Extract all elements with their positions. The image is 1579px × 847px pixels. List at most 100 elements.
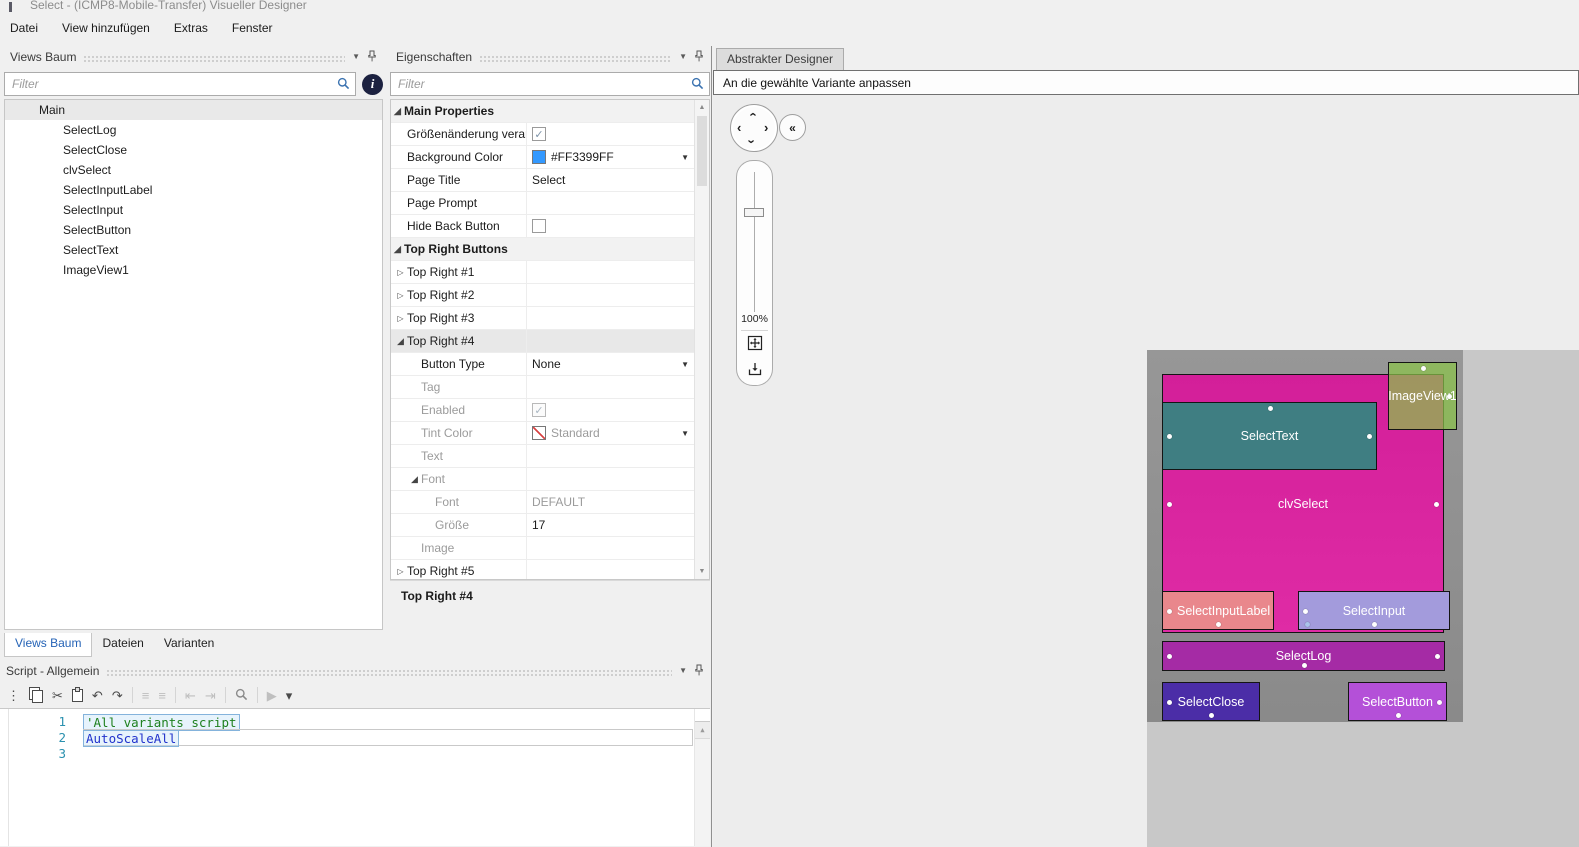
resize-handle[interactable]: [1167, 654, 1172, 659]
design-page[interactable]: clvSelect SelectText ImageView1 SelectInput…: [1147, 350, 1463, 722]
menu-item-datei[interactable]: Datei: [10, 21, 38, 35]
property-value[interactable]: #FF3399FF ▼: [527, 146, 694, 168]
property-row-button-type[interactable]: Button Type None ▼: [391, 353, 694, 376]
property-value[interactable]: [527, 330, 694, 352]
property-row-font[interactable]: Font DEFAULT: [391, 491, 694, 514]
expander-icon[interactable]: ▷: [394, 314, 407, 323]
tint-value-text[interactable]: Standard: [551, 426, 600, 440]
property-row-enabled[interactable]: Enabled ✓: [391, 399, 694, 422]
property-value-text[interactable]: 17: [532, 518, 545, 532]
property-row-top-right-1[interactable]: ▷ Top Right #1: [391, 261, 694, 284]
expander-icon[interactable]: ◢: [391, 106, 404, 117]
property-value-text[interactable]: None: [532, 357, 561, 371]
property-row-top-right-2[interactable]: ▷ Top Right #2: [391, 284, 694, 307]
zoom-slider-track[interactable]: [754, 172, 755, 312]
scroll-down-icon[interactable]: ▼: [695, 564, 709, 579]
checkbox[interactable]: ✓: [532, 127, 546, 141]
color-swatch[interactable]: [532, 150, 546, 164]
redo-icon[interactable]: ↷: [112, 689, 123, 702]
pan-down-icon[interactable]: ›: [745, 139, 760, 143]
property-value[interactable]: [527, 307, 694, 329]
property-row-tag[interactable]: Tag: [391, 376, 694, 399]
paste-icon[interactable]: [71, 686, 83, 702]
designer-view-selectbutton[interactable]: SelectButton: [1348, 682, 1447, 721]
property-row-background-color[interactable]: Background Color #FF3399FF ▼: [391, 146, 694, 169]
copy-icon[interactable]: [32, 690, 43, 703]
property-value[interactable]: DEFAULT: [527, 491, 694, 513]
property-value[interactable]: [527, 445, 694, 467]
property-row-tint-color[interactable]: Tint Color Standard ▼: [391, 422, 694, 445]
property-value[interactable]: None ▼: [527, 353, 694, 375]
chevron-down-icon[interactable]: ▼: [352, 53, 360, 61]
script-editor[interactable]: 1 'All variants script 2 AutoScaleAll 3 ▲: [0, 708, 710, 846]
property-value[interactable]: [527, 215, 694, 237]
property-row-page-title[interactable]: Page Title Select: [391, 169, 694, 192]
expander-icon[interactable]: ◢: [391, 244, 404, 255]
property-row-gr-e[interactable]: Größe 17: [391, 514, 694, 537]
resize-handle[interactable]: [1420, 366, 1426, 371]
properties-filter-input[interactable]: [390, 72, 710, 96]
property-value[interactable]: ✓: [527, 399, 694, 421]
resize-handle[interactable]: [1209, 713, 1214, 718]
resize-handle[interactable]: [1167, 608, 1172, 614]
pin-icon[interactable]: [694, 50, 704, 65]
resize-handle[interactable]: [1303, 608, 1308, 614]
cut-icon[interactable]: ✂: [52, 689, 63, 702]
pin-icon[interactable]: [694, 664, 704, 679]
tree-item-main[interactable]: Main: [5, 100, 382, 120]
chevron-down-icon[interactable]: ▼: [679, 667, 687, 675]
tree-item-selectclose[interactable]: SelectClose: [5, 140, 382, 160]
property-row-top-right-4[interactable]: ◢ Top Right #4: [391, 330, 694, 353]
editor-scrollbar[interactable]: ▲: [694, 709, 710, 846]
property-value[interactable]: [527, 192, 694, 214]
load-variant-button[interactable]: [746, 360, 763, 377]
tree-item-selecttext[interactable]: SelectText: [5, 240, 382, 260]
expander-icon[interactable]: ▷: [394, 291, 407, 300]
designer-view-selecttext[interactable]: SelectText: [1162, 402, 1377, 470]
property-row-text[interactable]: Text: [391, 445, 694, 468]
fit-to-screen-button[interactable]: [746, 334, 763, 351]
dropdown-arrow-icon[interactable]: ▼: [681, 153, 689, 162]
designer-view-selectclose[interactable]: SelectClose: [1162, 682, 1260, 721]
property-value[interactable]: 17: [527, 514, 694, 536]
resize-handle[interactable]: [1167, 501, 1172, 507]
property-value-text[interactable]: DEFAULT: [532, 495, 585, 509]
pan-left-icon[interactable]: ‹: [737, 121, 741, 134]
undo-icon[interactable]: ↶: [92, 689, 103, 702]
property-row-page-prompt[interactable]: Page Prompt: [391, 192, 694, 215]
designer-canvas[interactable]: › › ‹ › « 100% clvSelect SelectText ImageV…: [713, 95, 1579, 847]
pan-right-icon[interactable]: ›: [764, 121, 768, 134]
color-value-text[interactable]: #FF3399FF: [551, 150, 614, 164]
tab-views-baum[interactable]: Views Baum: [4, 633, 93, 657]
dropdown-arrow-icon[interactable]: ▼: [681, 429, 689, 438]
resize-handle[interactable]: [1367, 434, 1372, 439]
property-value[interactable]: Select: [527, 169, 694, 191]
resize-handle[interactable]: [1435, 654, 1440, 659]
resize-handle[interactable]: [1447, 394, 1452, 399]
property-value[interactable]: [527, 468, 694, 490]
property-value[interactable]: [527, 560, 694, 579]
designer-view-selectinput[interactable]: SelectInput: [1298, 591, 1450, 630]
tab-varianten[interactable]: Varianten: [154, 633, 224, 657]
grip-icon[interactable]: ⋮: [7, 689, 20, 702]
expander-icon[interactable]: ◢: [408, 474, 421, 485]
tree-item-selectinput[interactable]: SelectInput: [5, 200, 382, 220]
designer-view-selectinputlabel[interactable]: SelectInputLabel: [1162, 591, 1274, 630]
property-value[interactable]: [527, 284, 694, 306]
pan-up-icon[interactable]: ›: [745, 112, 760, 116]
resize-handle[interactable]: [1434, 501, 1439, 507]
resize-handle[interactable]: [1167, 434, 1172, 439]
property-row-hide-back-button[interactable]: Hide Back Button: [391, 215, 694, 238]
tab-abstrakter-designer[interactable]: Abstrakter Designer: [716, 48, 845, 70]
chevron-down-icon[interactable]: ▼: [679, 53, 687, 61]
pin-icon[interactable]: [367, 50, 377, 65]
scroll-up-icon[interactable]: ▲: [695, 722, 710, 739]
tree-item-clvselect[interactable]: clvSelect: [5, 160, 382, 180]
property-value[interactable]: [527, 537, 694, 559]
tab-dateien[interactable]: Dateien: [92, 633, 153, 657]
scroll-up-icon[interactable]: ▲: [695, 100, 709, 115]
resize-handle[interactable]: [1167, 699, 1172, 705]
property-grid-scrollbar[interactable]: ▲ ▼: [694, 100, 709, 579]
transparent-color-swatch[interactable]: [532, 426, 546, 440]
resize-handle[interactable]: [1372, 622, 1377, 627]
